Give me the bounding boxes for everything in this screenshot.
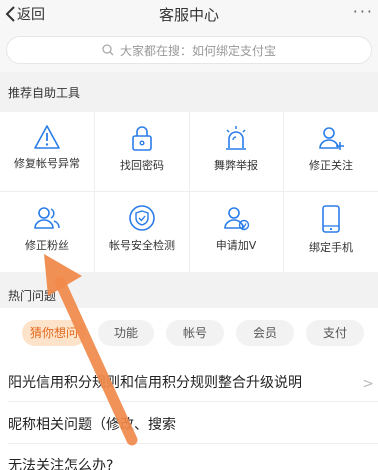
more-dots-icon[interactable]: ··· [353,4,374,20]
tool-label: 修正关注 [309,159,353,172]
tool-apply-v[interactable]: 申请加V [189,194,283,270]
tool-label: 修正粉丝 [25,239,69,252]
question-item[interactable]: 昵称相关问题（修改、搜索 [8,414,176,434]
search-area: 大家都在搜：如何绑定支付宝 [0,30,378,72]
shield-icon [129,205,155,231]
divider [8,401,378,402]
category-chips: 猜你想问 功能 帐号 会员 支付 [0,314,378,354]
lock-icon [132,126,152,151]
phone-icon [322,205,340,233]
tool-bind-phone[interactable]: 绑定手机 [284,194,378,270]
divider [0,191,378,192]
chevron-right-icon: > [362,376,374,392]
nav-bar: 返回 客服中心 ··· [0,0,378,30]
page-title: 客服中心 [158,6,219,24]
tool-label: 找回密码 [120,159,164,172]
search-input[interactable]: 大家都在搜：如何绑定支付宝 [6,36,372,64]
tool-fix-fans[interactable]: 修正粉丝 [0,194,94,270]
tool-label: 舞弊举报 [214,159,258,172]
chip-function[interactable]: 功能 [98,320,154,346]
tool-recover-password[interactable]: 找回密码 [95,114,189,190]
search-placeholder: 大家都在搜：如何绑定支付宝 [119,43,276,58]
chip-member[interactable]: 会员 [236,320,294,346]
tool-security-check[interactable]: 帐号安全检测 [95,194,189,270]
tools-section-title: 推荐自助工具 [0,74,378,112]
chip-guess[interactable]: 猜你想问 [22,320,86,346]
users-icon [34,207,60,229]
tool-label: 申请加V [215,239,257,252]
tool-label: 帐号安全检测 [109,239,175,252]
tool-fix-account[interactable]: 修复帐号异常 [0,114,94,190]
warning-triangle-icon [34,125,60,149]
tool-label: 修复帐号异常 [14,157,80,170]
divider [8,443,378,444]
alarm-light-icon [226,126,246,150]
user-verified-icon [224,207,250,231]
tool-report-fraud[interactable]: 舞弊举报 [189,114,283,190]
chip-account[interactable]: 帐号 [166,320,224,346]
tool-fix-follow[interactable]: 修正关注 [284,114,378,190]
tool-label: 绑定手机 [309,241,353,254]
question-item[interactable]: 无法关注怎么办? [8,455,113,470]
tools-grid: 修复帐号异常 找回密码 舞弊举报 修正关注 修正粉丝 帐号安全检测 申请加V 绑… [0,112,378,272]
user-add-icon [319,127,344,150]
chip-payment[interactable]: 支付 [306,320,364,346]
question-item[interactable]: 阳光信用积分规则和信用积分规则整合升级说明 [8,372,302,392]
search-icon [102,44,114,56]
hot-section-title: 热门问题 [0,278,378,312]
